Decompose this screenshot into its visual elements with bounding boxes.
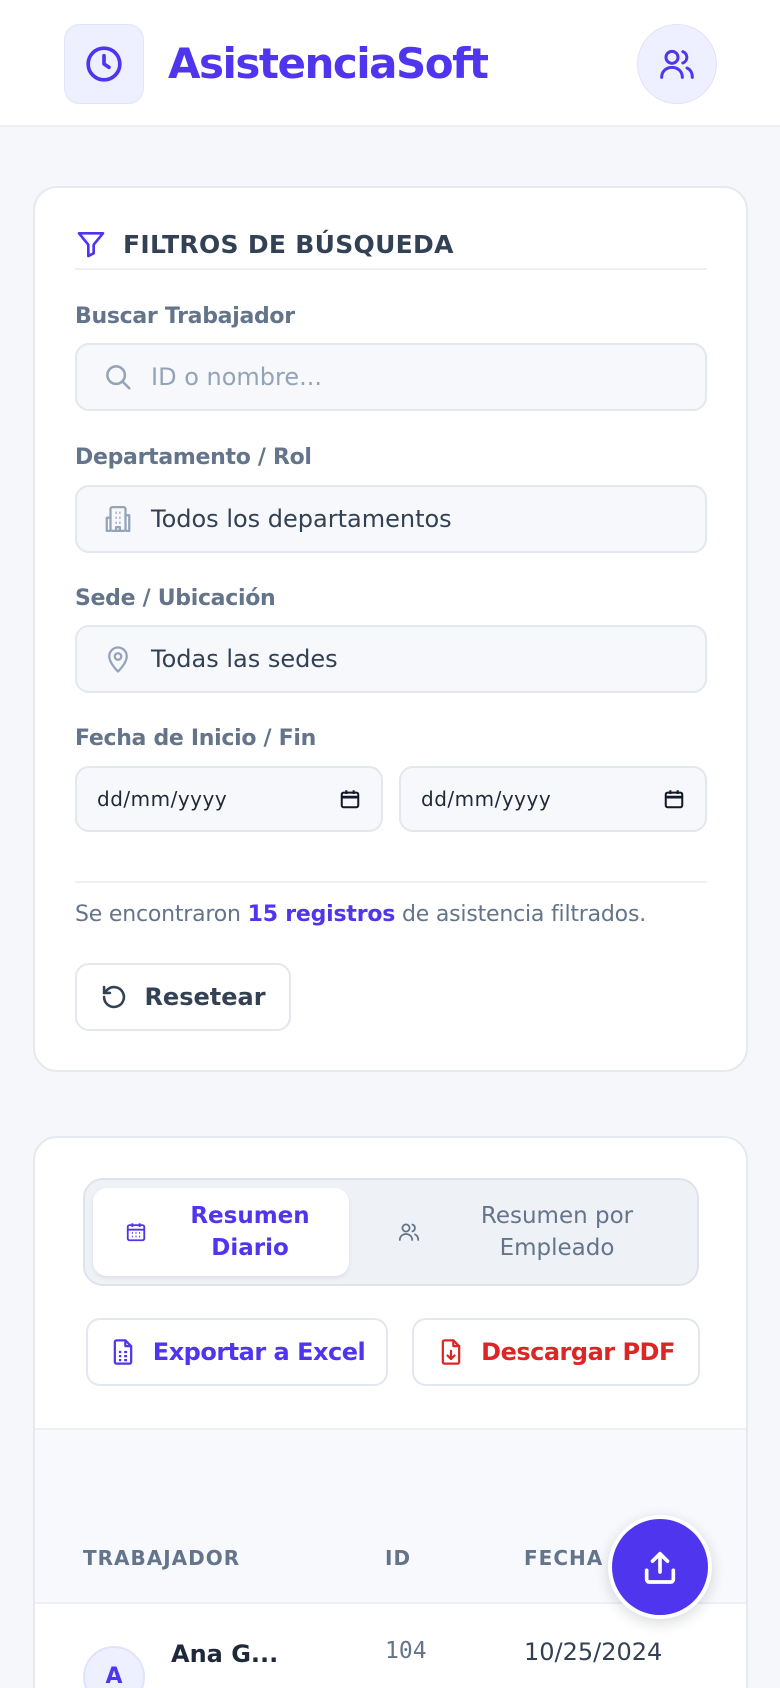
filters-header: FILTROS DE BÚSQUEDA: [75, 228, 454, 260]
calendar-icon[interactable]: [339, 788, 361, 810]
tab-label: Resumen por Empleado: [480, 1203, 634, 1261]
filters-title: FILTROS DE BÚSQUEDA: [123, 229, 454, 259]
location-label: Sede / Ubicación: [75, 586, 276, 611]
department-select[interactable]: Todos los departamentos: [75, 485, 707, 553]
reset-label: Resetear: [144, 983, 266, 1011]
export-excel-label: Exportar a Excel: [152, 1338, 366, 1366]
column-header-date[interactable]: FECHA: [524, 1546, 603, 1570]
results-summary: Se encontraron 15 registros de asistenci…: [75, 902, 646, 927]
filter-icon: [77, 232, 105, 258]
rotate-ccw-icon: [103, 985, 126, 1009]
department-label: Departamento / Rol: [75, 445, 312, 470]
search-icon: [106, 365, 131, 390]
search-placeholder: ID o nombre...: [151, 363, 322, 391]
app-title: AsistenciaSoft: [168, 39, 489, 88]
download-pdf-button[interactable]: Descargar PDF: [412, 1318, 700, 1386]
logo: [64, 24, 144, 104]
export-excel-button[interactable]: Exportar a Excel: [86, 1318, 388, 1386]
search-label: Buscar Trabajador: [75, 304, 295, 329]
location-value: Todas las sedes: [151, 645, 338, 673]
users-icon: [660, 49, 694, 79]
end-date-value: dd/mm/yyyy: [421, 787, 552, 811]
download-pdf-label: Descargar PDF: [481, 1338, 675, 1366]
department-value: Todos los departamentos: [151, 505, 452, 533]
divider: [75, 268, 707, 270]
column-header-id[interactable]: ID: [385, 1546, 411, 1570]
tab-daily-summary[interactable]: Resumen Diario: [93, 1188, 349, 1276]
calendar-icon: [126, 1223, 146, 1242]
start-date-value: dd/mm/yyyy: [97, 787, 228, 811]
calendar-icon[interactable]: [663, 788, 685, 810]
results-prefix: Se encontraron: [75, 902, 241, 927]
spreadsheet-file-icon: [113, 1339, 133, 1365]
end-date-input[interactable]: dd/mm/yyyy: [399, 766, 707, 832]
filters-card: FILTROS DE BÚSQUEDA Buscar Trabajador ID…: [33, 186, 748, 1072]
worker-id: 104: [385, 1638, 427, 1664]
attendance-date: 10/25/2024: [524, 1638, 663, 1666]
dates-label: Fecha de Inicio / Fin: [75, 726, 316, 751]
app-header: AsistenciaSoft: [0, 0, 780, 127]
search-input[interactable]: ID o nombre...: [75, 343, 707, 411]
tab-label: Resumen Diario: [190, 1203, 310, 1261]
column-header-worker[interactable]: TRABAJADOR: [83, 1546, 240, 1570]
file-download-icon: [441, 1339, 461, 1365]
building-icon: [105, 506, 131, 532]
results-count: 15 registros: [247, 902, 396, 927]
results-suffix: de asistencia filtrados.: [402, 902, 646, 927]
upload-icon: [644, 1551, 676, 1584]
divider: [75, 881, 707, 883]
users-button[interactable]: [637, 24, 717, 104]
map-pin-icon: [108, 646, 128, 673]
worker-name: Ana G...: [171, 1640, 279, 1668]
upload-fab-inner[interactable]: [612, 1519, 708, 1615]
users-icon: [398, 1223, 420, 1241]
tab-employee-summary[interactable]: Resumen por Empleado: [365, 1188, 691, 1276]
avatar: A: [83, 1646, 145, 1688]
view-tabs: Resumen Diario Resumen por Empleado: [83, 1178, 699, 1286]
upload-fab[interactable]: [608, 1515, 712, 1619]
reset-button[interactable]: Resetear: [75, 963, 291, 1031]
clock-icon: [86, 46, 122, 82]
location-select[interactable]: Todas las sedes: [75, 625, 707, 693]
start-date-input[interactable]: dd/mm/yyyy: [75, 766, 383, 832]
